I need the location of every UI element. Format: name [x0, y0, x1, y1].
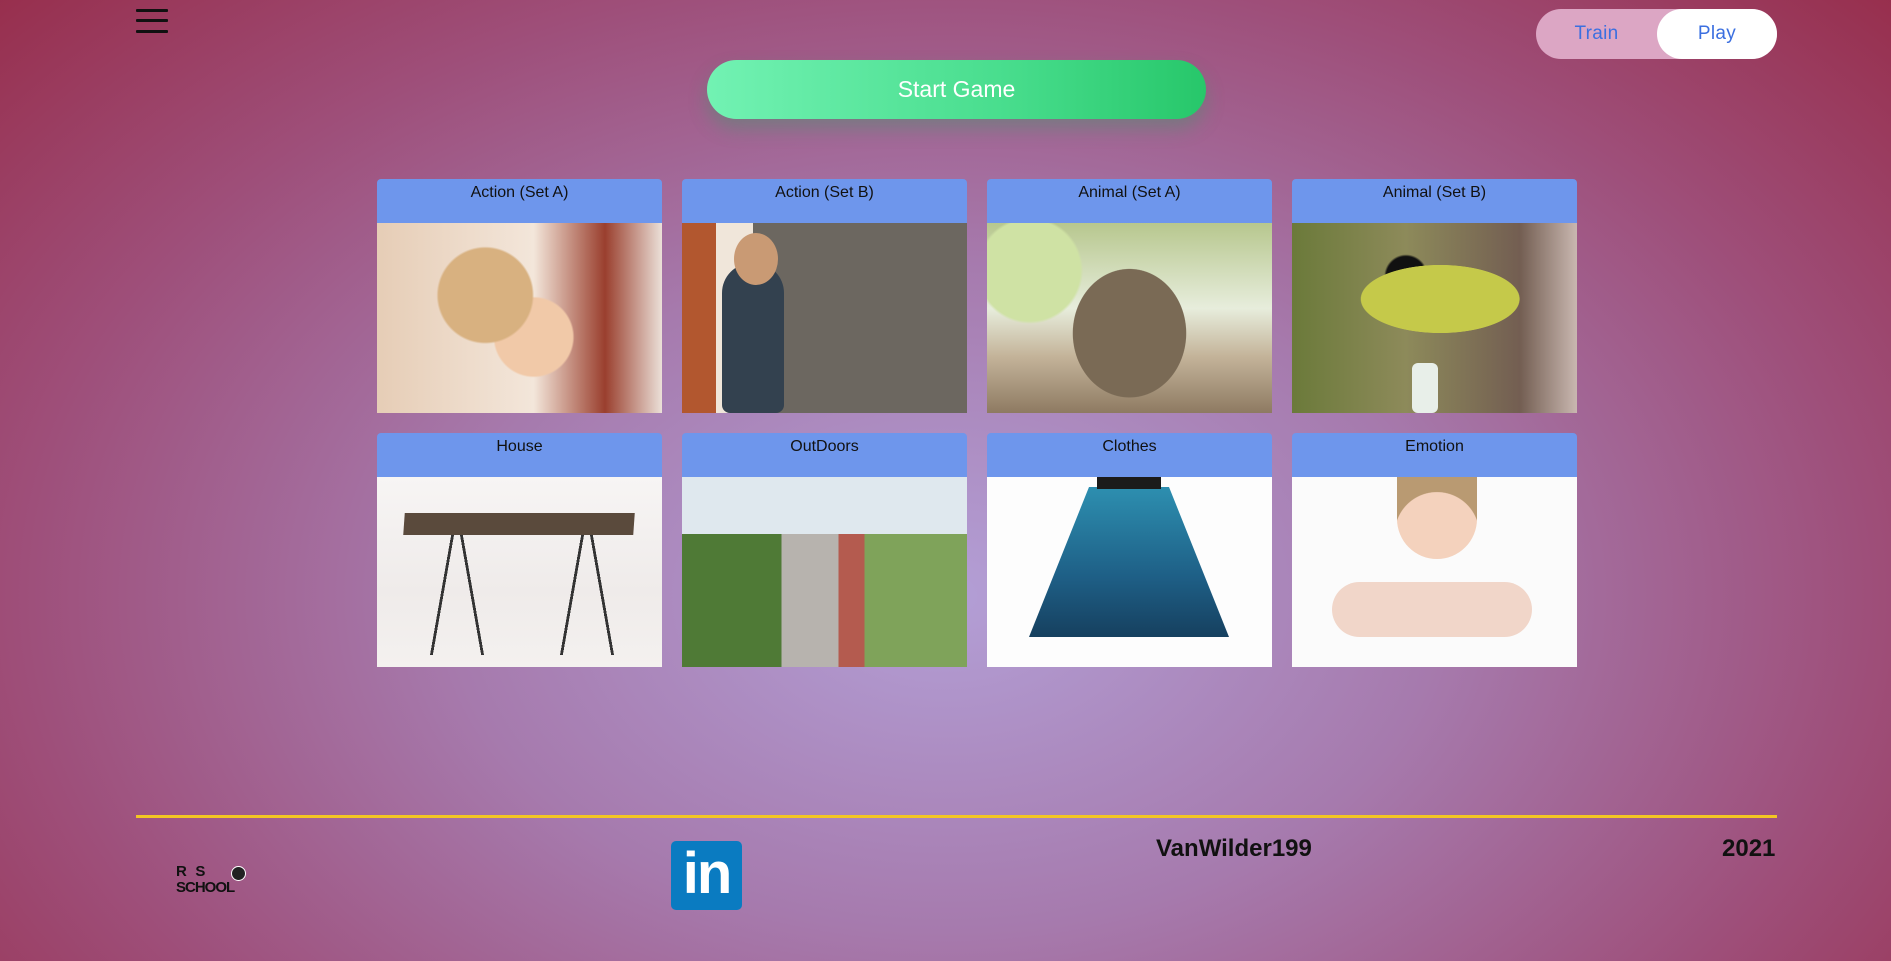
category-image-bird — [1292, 223, 1577, 413]
category-image-table — [377, 477, 662, 667]
category-grid: Action (Set A) Action (Set B) Animal (Se… — [377, 179, 1577, 667]
category-card-emotion[interactable]: Emotion — [1292, 433, 1577, 667]
category-title: OutDoors — [682, 433, 967, 477]
category-card-outdoors[interactable]: OutDoors — [682, 433, 967, 667]
category-title: House — [377, 433, 662, 477]
menu-bar — [136, 9, 168, 12]
category-card-animal-a[interactable]: Animal (Set A) — [987, 179, 1272, 413]
train-mode-button[interactable]: Train — [1536, 9, 1657, 59]
category-image-street — [682, 477, 967, 667]
mode-toggle[interactable]: Train Play — [1536, 9, 1777, 59]
play-mode-button[interactable]: Play — [1657, 9, 1777, 59]
category-image-cat — [987, 223, 1272, 413]
category-image-skirt — [987, 477, 1272, 667]
start-game-button[interactable]: Start Game — [707, 60, 1206, 119]
hamburger-menu-icon[interactable] — [136, 7, 168, 35]
category-card-action-a[interactable]: Action (Set A) — [377, 179, 662, 413]
category-card-clothes[interactable]: Clothes — [987, 433, 1272, 667]
menu-bar — [136, 30, 168, 33]
category-card-house[interactable]: House — [377, 433, 662, 667]
category-card-animal-b[interactable]: Animal (Set B) — [1292, 179, 1577, 413]
category-image-sad-boy — [1292, 477, 1577, 667]
category-image-child — [377, 223, 662, 413]
logo-text-line2: SCHOOL — [176, 879, 235, 896]
category-card-action-b[interactable]: Action (Set B) — [682, 179, 967, 413]
author-link[interactable]: VanWilder199 — [1156, 835, 1312, 863]
logo-mark-icon — [231, 866, 246, 881]
menu-bar — [136, 19, 168, 22]
category-title: Action (Set A) — [377, 179, 662, 223]
footer-divider — [136, 815, 1777, 818]
category-title: Clothes — [987, 433, 1272, 477]
category-title: Action (Set B) — [682, 179, 967, 223]
logo-text-line1: R S — [176, 863, 205, 880]
rs-school-logo[interactable]: R S SCHOOL — [176, 864, 266, 900]
category-title: Animal (Set A) — [987, 179, 1272, 223]
category-title: Animal (Set B) — [1292, 179, 1577, 223]
category-image-boy-door — [682, 223, 967, 413]
linkedin-icon[interactable]: in — [671, 841, 742, 910]
footer-year: 2021 — [1722, 835, 1776, 862]
category-title: Emotion — [1292, 433, 1577, 477]
